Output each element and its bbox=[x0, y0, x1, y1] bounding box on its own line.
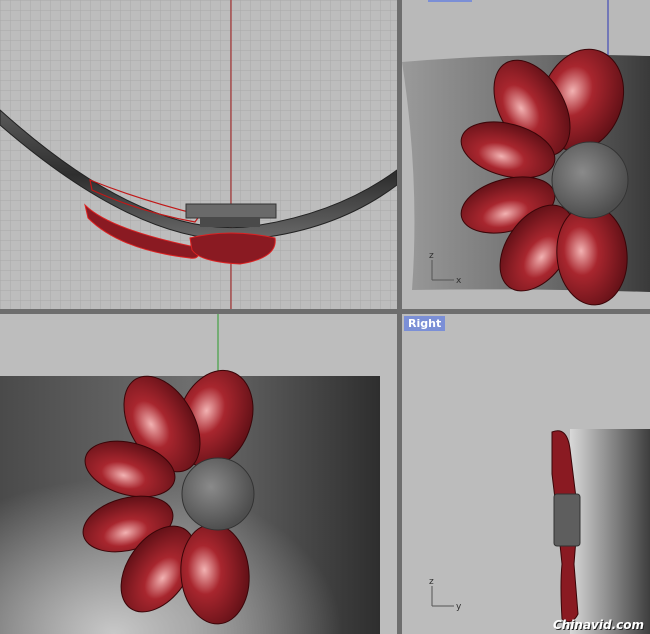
viewport-label-front[interactable] bbox=[428, 0, 472, 2]
axis-label-x: x bbox=[456, 276, 462, 286]
viewport-label-right[interactable]: Right bbox=[404, 316, 446, 331]
ring-band bbox=[570, 429, 650, 634]
hub-disc bbox=[185, 203, 277, 219]
hub-stem bbox=[200, 217, 260, 227]
axis-label-y: y bbox=[456, 602, 462, 612]
top-view-canvas bbox=[0, 0, 397, 309]
watermark: Chinavid.com bbox=[552, 618, 644, 632]
front-view-canvas: z x bbox=[402, 0, 650, 306]
axis-label-z: z bbox=[429, 577, 434, 587]
axis-gizmo: z y bbox=[429, 577, 462, 612]
hub-profile bbox=[553, 493, 581, 547]
viewport-right[interactable]: z y Right Chinavid.com bbox=[402, 314, 650, 634]
viewport-perspective[interactable] bbox=[0, 314, 397, 634]
axis-label-z: z bbox=[429, 251, 434, 261]
hub-disc bbox=[551, 141, 629, 219]
perspective-view-canvas bbox=[0, 314, 380, 634]
right-view-canvas: z y bbox=[429, 429, 650, 634]
viewport-front[interactable]: z x bbox=[402, 0, 650, 309]
hub-disc bbox=[181, 457, 255, 531]
construction-grid bbox=[0, 0, 397, 309]
viewport-top[interactable] bbox=[0, 0, 397, 309]
